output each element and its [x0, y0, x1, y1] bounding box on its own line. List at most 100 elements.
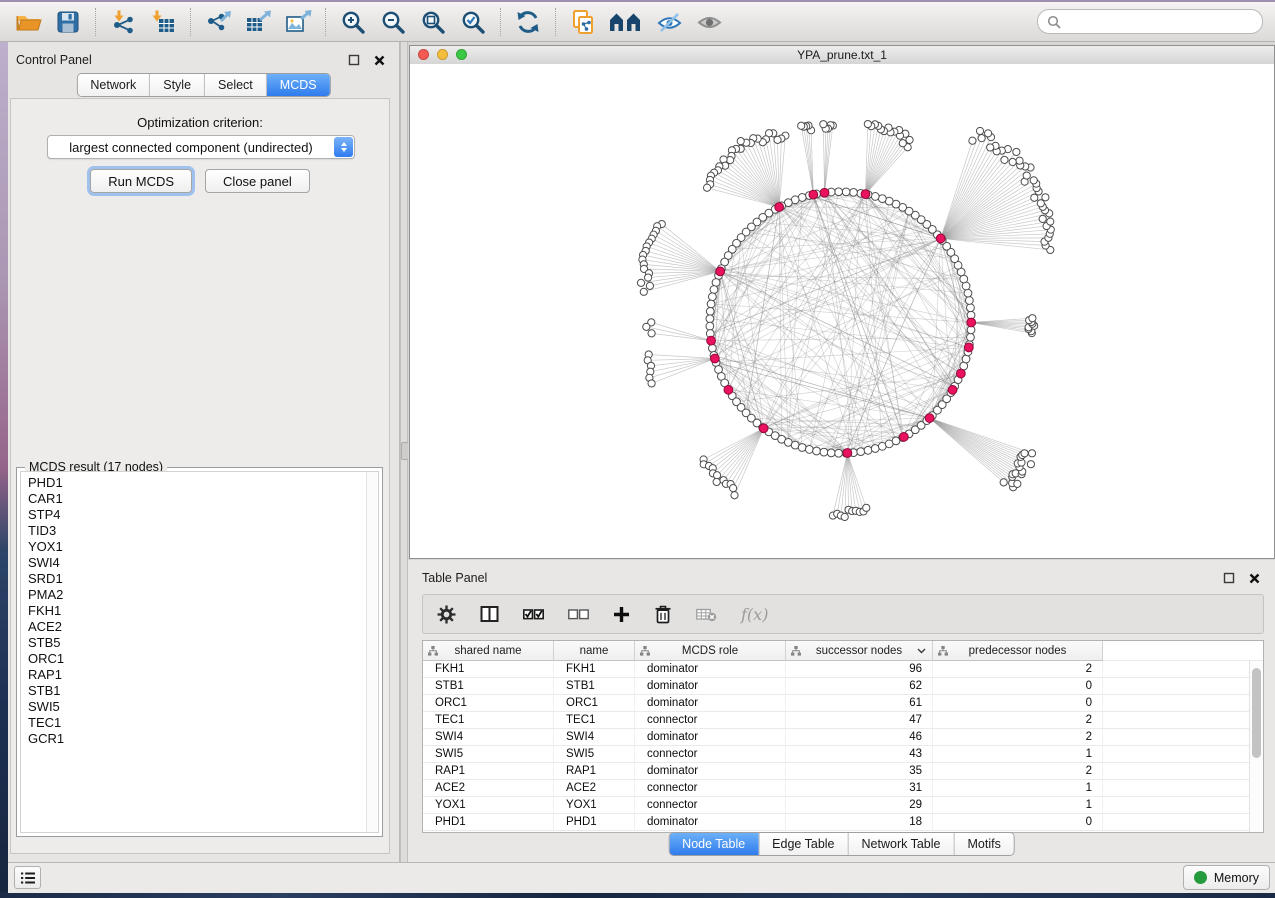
import-network-icon[interactable]: [108, 7, 138, 37]
table-cell: dominator: [635, 678, 786, 694]
table-cell: SWI5: [554, 746, 635, 762]
open-file-icon[interactable]: [13, 7, 43, 37]
table-scrollbar[interactable]: [1249, 661, 1263, 832]
criterion-dropdown[interactable]: largest connected component (undirected): [47, 135, 355, 159]
table-row[interactable]: RAP1RAP1dominator352: [423, 763, 1250, 780]
close-window-icon[interactable]: [418, 49, 429, 60]
float-panel-icon[interactable]: [346, 53, 361, 68]
columns-icon[interactable]: [480, 605, 499, 623]
hide-selected-icon[interactable]: [654, 7, 684, 37]
control-panel-tabs: NetworkStyleSelectMCDS: [76, 73, 330, 97]
mcds-result-item[interactable]: PHD1: [28, 475, 378, 491]
tab-motifs[interactable]: Motifs: [953, 833, 1013, 855]
deselect-all-icon[interactable]: [568, 608, 589, 621]
mcds-result-item[interactable]: SWI4: [28, 555, 378, 571]
table-row[interactable]: TEC1TEC1connector472: [423, 712, 1250, 729]
export-table-icon[interactable]: [243, 7, 273, 37]
column-header-shared-name[interactable]: shared name: [423, 641, 554, 661]
table-cell: 1: [933, 746, 1103, 762]
mcds-result-item[interactable]: RAP1: [28, 667, 378, 683]
zoom-out-icon[interactable]: [378, 7, 408, 37]
table-cell: connector: [635, 712, 786, 728]
run-mcds-button[interactable]: Run MCDS: [90, 169, 192, 193]
optimization-criterion-label: Optimization criterion:: [11, 115, 389, 130]
table-row[interactable]: FKH1FKH1dominator962: [423, 661, 1250, 678]
mcds-result-item[interactable]: FKH1: [28, 603, 378, 619]
mcds-result-item[interactable]: YOX1: [28, 539, 378, 555]
search-box[interactable]: [1037, 9, 1263, 34]
tab-style[interactable]: Style: [149, 74, 204, 96]
table-row[interactable]: YOX1YOX1connector291: [423, 797, 1250, 814]
sort-desc-icon: [917, 648, 926, 654]
zoom-selected-icon[interactable]: [458, 7, 488, 37]
clone-network-icon[interactable]: [568, 7, 598, 37]
close-panel-icon[interactable]: [1247, 571, 1262, 586]
table-row[interactable]: ORC1ORC1dominator610: [423, 695, 1250, 712]
table-panel-title: Table Panel: [422, 571, 1210, 585]
mcds-result-item[interactable]: SWI5: [28, 699, 378, 715]
mcds-result-item[interactable]: TEC1: [28, 715, 378, 731]
table-cell: dominator: [635, 661, 786, 677]
column-header-MCDS-role[interactable]: MCDS role: [635, 641, 786, 661]
scrollbar-thumb[interactable]: [1252, 668, 1261, 758]
table-cell: STB1: [554, 678, 635, 694]
search-input[interactable]: [1061, 14, 1253, 30]
memory-button[interactable]: Memory: [1183, 865, 1270, 890]
delete-table-icon[interactable]: [696, 607, 717, 622]
mcds-result-item[interactable]: STB5: [28, 635, 378, 651]
zoom-fit-icon[interactable]: [418, 7, 448, 37]
table-row[interactable]: SWI5SWI5connector431: [423, 746, 1250, 763]
panel-splitter-vertical[interactable]: [400, 42, 408, 862]
minimize-window-icon[interactable]: [437, 49, 448, 60]
gear-icon[interactable]: [437, 605, 456, 624]
column-header-name[interactable]: name: [554, 641, 635, 661]
first-neighbors-icon[interactable]: [608, 7, 644, 37]
zoom-in-icon[interactable]: [338, 7, 368, 37]
mcds-result-item[interactable]: STP4: [28, 507, 378, 523]
tab-network-table[interactable]: Network Table: [848, 833, 954, 855]
table-row[interactable]: STB1STB1dominator620: [423, 678, 1250, 695]
select-all-icon[interactable]: [523, 608, 544, 621]
export-network-icon[interactable]: [203, 7, 233, 37]
mcds-result-item[interactable]: STB1: [28, 683, 378, 699]
refresh-icon[interactable]: [513, 7, 543, 37]
float-panel-icon[interactable]: [1221, 571, 1236, 586]
network-canvas[interactable]: [410, 64, 1274, 558]
mcds-result-item[interactable]: ACE2: [28, 619, 378, 635]
mcds-result-item[interactable]: GCR1: [28, 731, 378, 747]
mcds-result-item[interactable]: PMA2: [28, 587, 378, 603]
table-cell: 2: [933, 712, 1103, 728]
delete-row-icon[interactable]: [654, 604, 672, 624]
mcds-result-item[interactable]: SRD1: [28, 571, 378, 587]
toolbar-separator: [325, 8, 326, 36]
table-row[interactable]: ACE2ACE2connector311: [423, 780, 1250, 797]
mcds-result-item[interactable]: TID3: [28, 523, 378, 539]
tab-mcds[interactable]: MCDS: [266, 74, 330, 96]
table-row[interactable]: SWI4SWI4dominator462: [423, 729, 1250, 746]
save-session-icon[interactable]: [53, 7, 83, 37]
node-table-body: FKH1FKH1dominator962STB1STB1dominator620…: [423, 661, 1250, 832]
mcds-result-list[interactable]: PHD1CAR1STP4TID3YOX1SWI4SRD1PMA2FKH1ACE2…: [20, 471, 379, 833]
tab-node-table[interactable]: Node Table: [669, 833, 758, 855]
network-window-titlebar[interactable]: YPA_prune.txt_1: [410, 46, 1274, 65]
close-panel-button[interactable]: Close panel: [205, 169, 310, 193]
table-panel-header: Table Panel: [408, 560, 1275, 591]
function-builder-icon[interactable]: f(x): [741, 605, 768, 624]
column-header-successor-nodes[interactable]: successor nodes: [786, 641, 933, 661]
table-cell: SWI5: [423, 746, 554, 762]
close-panel-icon[interactable]: [372, 53, 387, 68]
column-header-predecessor-nodes[interactable]: predecessor nodes: [933, 641, 1103, 661]
mcds-result-item[interactable]: ORC1: [28, 651, 378, 667]
import-table-icon[interactable]: [148, 7, 178, 37]
maximize-window-icon[interactable]: [456, 49, 467, 60]
mcds-list-scrollbar[interactable]: [366, 472, 378, 832]
add-row-icon[interactable]: [613, 606, 630, 623]
tab-edge-table[interactable]: Edge Table: [758, 833, 847, 855]
show-panels-button[interactable]: [14, 866, 41, 889]
export-image-icon[interactable]: [283, 7, 313, 37]
tab-network[interactable]: Network: [77, 74, 149, 96]
table-row[interactable]: PHD1PHD1dominator180: [423, 814, 1250, 831]
mcds-result-item[interactable]: CAR1: [28, 491, 378, 507]
tab-select[interactable]: Select: [204, 74, 266, 96]
show-all-icon[interactable]: [694, 7, 724, 37]
